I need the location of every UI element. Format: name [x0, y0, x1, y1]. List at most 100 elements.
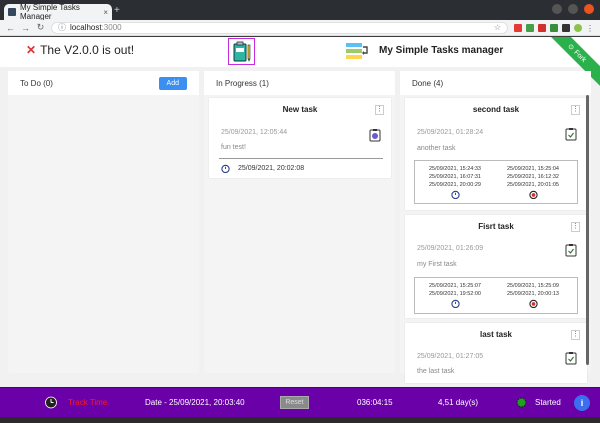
- stopwatch-stop-icon: [528, 299, 538, 308]
- column-in-progress: In Progress (1) New task ⋮ 25/09/2021, 1…: [204, 71, 395, 373]
- tracker-status: Started: [535, 398, 561, 407]
- window-bottom-edge: [0, 417, 600, 423]
- extension-puzzle-icon[interactable]: [562, 23, 570, 32]
- url-port: :3000: [101, 23, 122, 32]
- session-start: 25/09/2021, 20:00:29: [429, 182, 481, 188]
- session-start: 25/09/2021, 15:25:07: [429, 283, 481, 289]
- add-task-button[interactable]: Add: [158, 76, 187, 90]
- minimize-icon[interactable]: [552, 4, 562, 14]
- column-in-progress-header: In Progress (1): [204, 71, 395, 95]
- tab-favicon-icon: [8, 8, 16, 16]
- task-description: another task: [417, 145, 456, 152]
- extension-red-icon[interactable]: [514, 23, 522, 32]
- extension-flag-icon[interactable]: [526, 23, 534, 32]
- timer-clock-icon: [45, 396, 57, 409]
- task-card[interactable]: second task ⋮ 25/09/2021, 01:28:24 anoth…: [405, 98, 587, 210]
- stopwatch-icon: [221, 164, 230, 173]
- task-menu-icon[interactable]: ⋮: [571, 222, 580, 232]
- task-description: the last task: [417, 368, 455, 375]
- task-menu-icon[interactable]: ⋮: [571, 105, 580, 115]
- session-end: 25/09/2021, 20:01:05: [507, 182, 559, 188]
- task-card[interactable]: last task ⋮ 25/09/2021, 01:27:05 the las…: [405, 323, 587, 383]
- task-card[interactable]: New task ⋮ 25/09/2021, 12:05:44 fun test…: [209, 98, 391, 178]
- task-timer-row: 25/09/2021, 20:02:08: [221, 164, 304, 173]
- session-end: 25/09/2021, 16:12:32: [507, 174, 559, 180]
- task-timer-start: 25/09/2021, 20:02:08: [238, 165, 305, 172]
- session-start: 25/09/2021, 16:07:31: [429, 174, 481, 180]
- column-in-progress-title: In Progress (1): [216, 78, 269, 88]
- maximize-icon[interactable]: [568, 4, 578, 14]
- profile-avatar-icon[interactable]: [574, 23, 582, 32]
- app-container: ✕ The V2.0.0 is out! My Simple Tasks man…: [0, 37, 600, 387]
- close-announcement-icon[interactable]: ✕: [26, 43, 36, 57]
- extensions-area: ⋮: [514, 23, 594, 33]
- tab-close-icon[interactable]: ×: [103, 8, 108, 17]
- session-starts: 25/09/2021, 15:24:33 25/09/2021, 16:07:3…: [425, 165, 485, 199]
- task-title: Fisrt task: [478, 222, 514, 231]
- task-date: 25/09/2021, 01:28:24: [417, 129, 484, 136]
- clipboard-clock-icon: [369, 129, 381, 142]
- announcement-text: The V2.0.0 is out!: [40, 43, 135, 57]
- address-bar[interactable]: ⓘ localhost:3000 ☆: [51, 21, 508, 34]
- window-controls: [552, 4, 594, 14]
- tasks-board-icon: [346, 43, 368, 59]
- app-logo: [228, 38, 255, 65]
- task-title: second task: [472, 105, 520, 114]
- reload-icon[interactable]: ↻: [36, 22, 45, 33]
- session-end: 25/09/2021, 15:25:09: [507, 283, 559, 289]
- started-status-icon: [516, 397, 527, 408]
- url-host: localhost: [70, 23, 102, 32]
- task-title: New task: [282, 105, 318, 114]
- reset-button[interactable]: Reset: [280, 396, 309, 409]
- task-description: fun test!: [221, 144, 246, 151]
- browser-tab-bar: My Simple Tasks Manager × +: [0, 0, 600, 21]
- session-end: 25/09/2021, 15:25:04: [507, 166, 559, 172]
- session-starts: 25/09/2021, 15:25:07 25/09/2021, 19:52:0…: [425, 282, 485, 308]
- close-window-icon[interactable]: [584, 4, 594, 14]
- new-tab-button[interactable]: +: [114, 5, 120, 16]
- browser-tab[interactable]: My Simple Tasks Manager ×: [4, 3, 112, 21]
- info-button[interactable]: i: [574, 395, 590, 411]
- clipboard-check-icon: [565, 352, 577, 365]
- task-card[interactable]: Fisrt task ⋮ 25/09/2021, 01:26:09 my Fir…: [405, 215, 587, 318]
- extension-c-icon[interactable]: [538, 23, 546, 32]
- task-sessions: 25/09/2021, 15:25:07 25/09/2021, 19:52:0…: [414, 277, 578, 314]
- session-start: 25/09/2021, 19:52:00: [429, 291, 481, 297]
- track-time-label: Track Time: [68, 398, 108, 407]
- browser-toolbar: ← → ↻ ⓘ localhost:3000 ☆ ⋮: [0, 20, 600, 36]
- task-date: 25/09/2021, 12:05:44: [221, 129, 288, 136]
- app-header: ✕ The V2.0.0 is out! My Simple Tasks man…: [0, 37, 600, 90]
- column-todo: To Do (0) Add: [8, 71, 199, 373]
- elapsed-days: 4,51 day(s): [438, 398, 479, 407]
- stopwatch-start-icon: [450, 190, 460, 199]
- stopwatch-start-icon: [450, 299, 460, 308]
- clipboard-check-icon: [565, 244, 577, 257]
- clipboard-pencil-icon: [233, 41, 250, 62]
- task-menu-icon[interactable]: ⋮: [571, 330, 580, 340]
- task-menu-icon[interactable]: ⋮: [375, 105, 384, 115]
- column-done-header: Done (4): [400, 71, 591, 95]
- back-icon[interactable]: ←: [6, 23, 15, 33]
- bookmark-star-icon[interactable]: ☆: [494, 23, 501, 32]
- column-todo-title: To Do (0): [20, 78, 53, 88]
- column-done: Done (4) second task ⋮ 25/09/2021, 01:28…: [400, 71, 591, 383]
- tab-title: My Simple Tasks Manager: [20, 3, 80, 21]
- task-title: last task: [479, 330, 513, 339]
- task-sessions: 25/09/2021, 15:24:33 25/09/2021, 16:07:3…: [414, 160, 578, 204]
- announcement: ✕ The V2.0.0 is out!: [26, 43, 134, 57]
- current-date: Date - 25/09/2021, 20:03:40: [145, 398, 245, 407]
- browser-menu-icon[interactable]: ⋮: [586, 24, 594, 33]
- extension-green-icon[interactable]: [550, 23, 558, 32]
- time-tracker-footer: Track Time Date - 25/09/2021, 20:03:40 R…: [0, 387, 600, 417]
- app-title: My Simple Tasks manager: [379, 45, 504, 56]
- session-start: 25/09/2021, 15:24:33: [429, 166, 481, 172]
- task-date: 25/09/2021, 01:27:05: [417, 353, 484, 360]
- done-column-scrollbar[interactable]: [586, 95, 589, 365]
- column-todo-header: To Do (0) Add: [8, 71, 199, 95]
- session-ends: 25/09/2021, 15:25:09 25/09/2021, 20:00:1…: [503, 282, 563, 308]
- task-description: my First task: [417, 261, 457, 268]
- task-divider: [219, 158, 383, 159]
- forward-icon[interactable]: →: [21, 23, 30, 33]
- elapsed-time: 036:04:15: [357, 398, 393, 407]
- info-icon: ⓘ: [58, 23, 66, 32]
